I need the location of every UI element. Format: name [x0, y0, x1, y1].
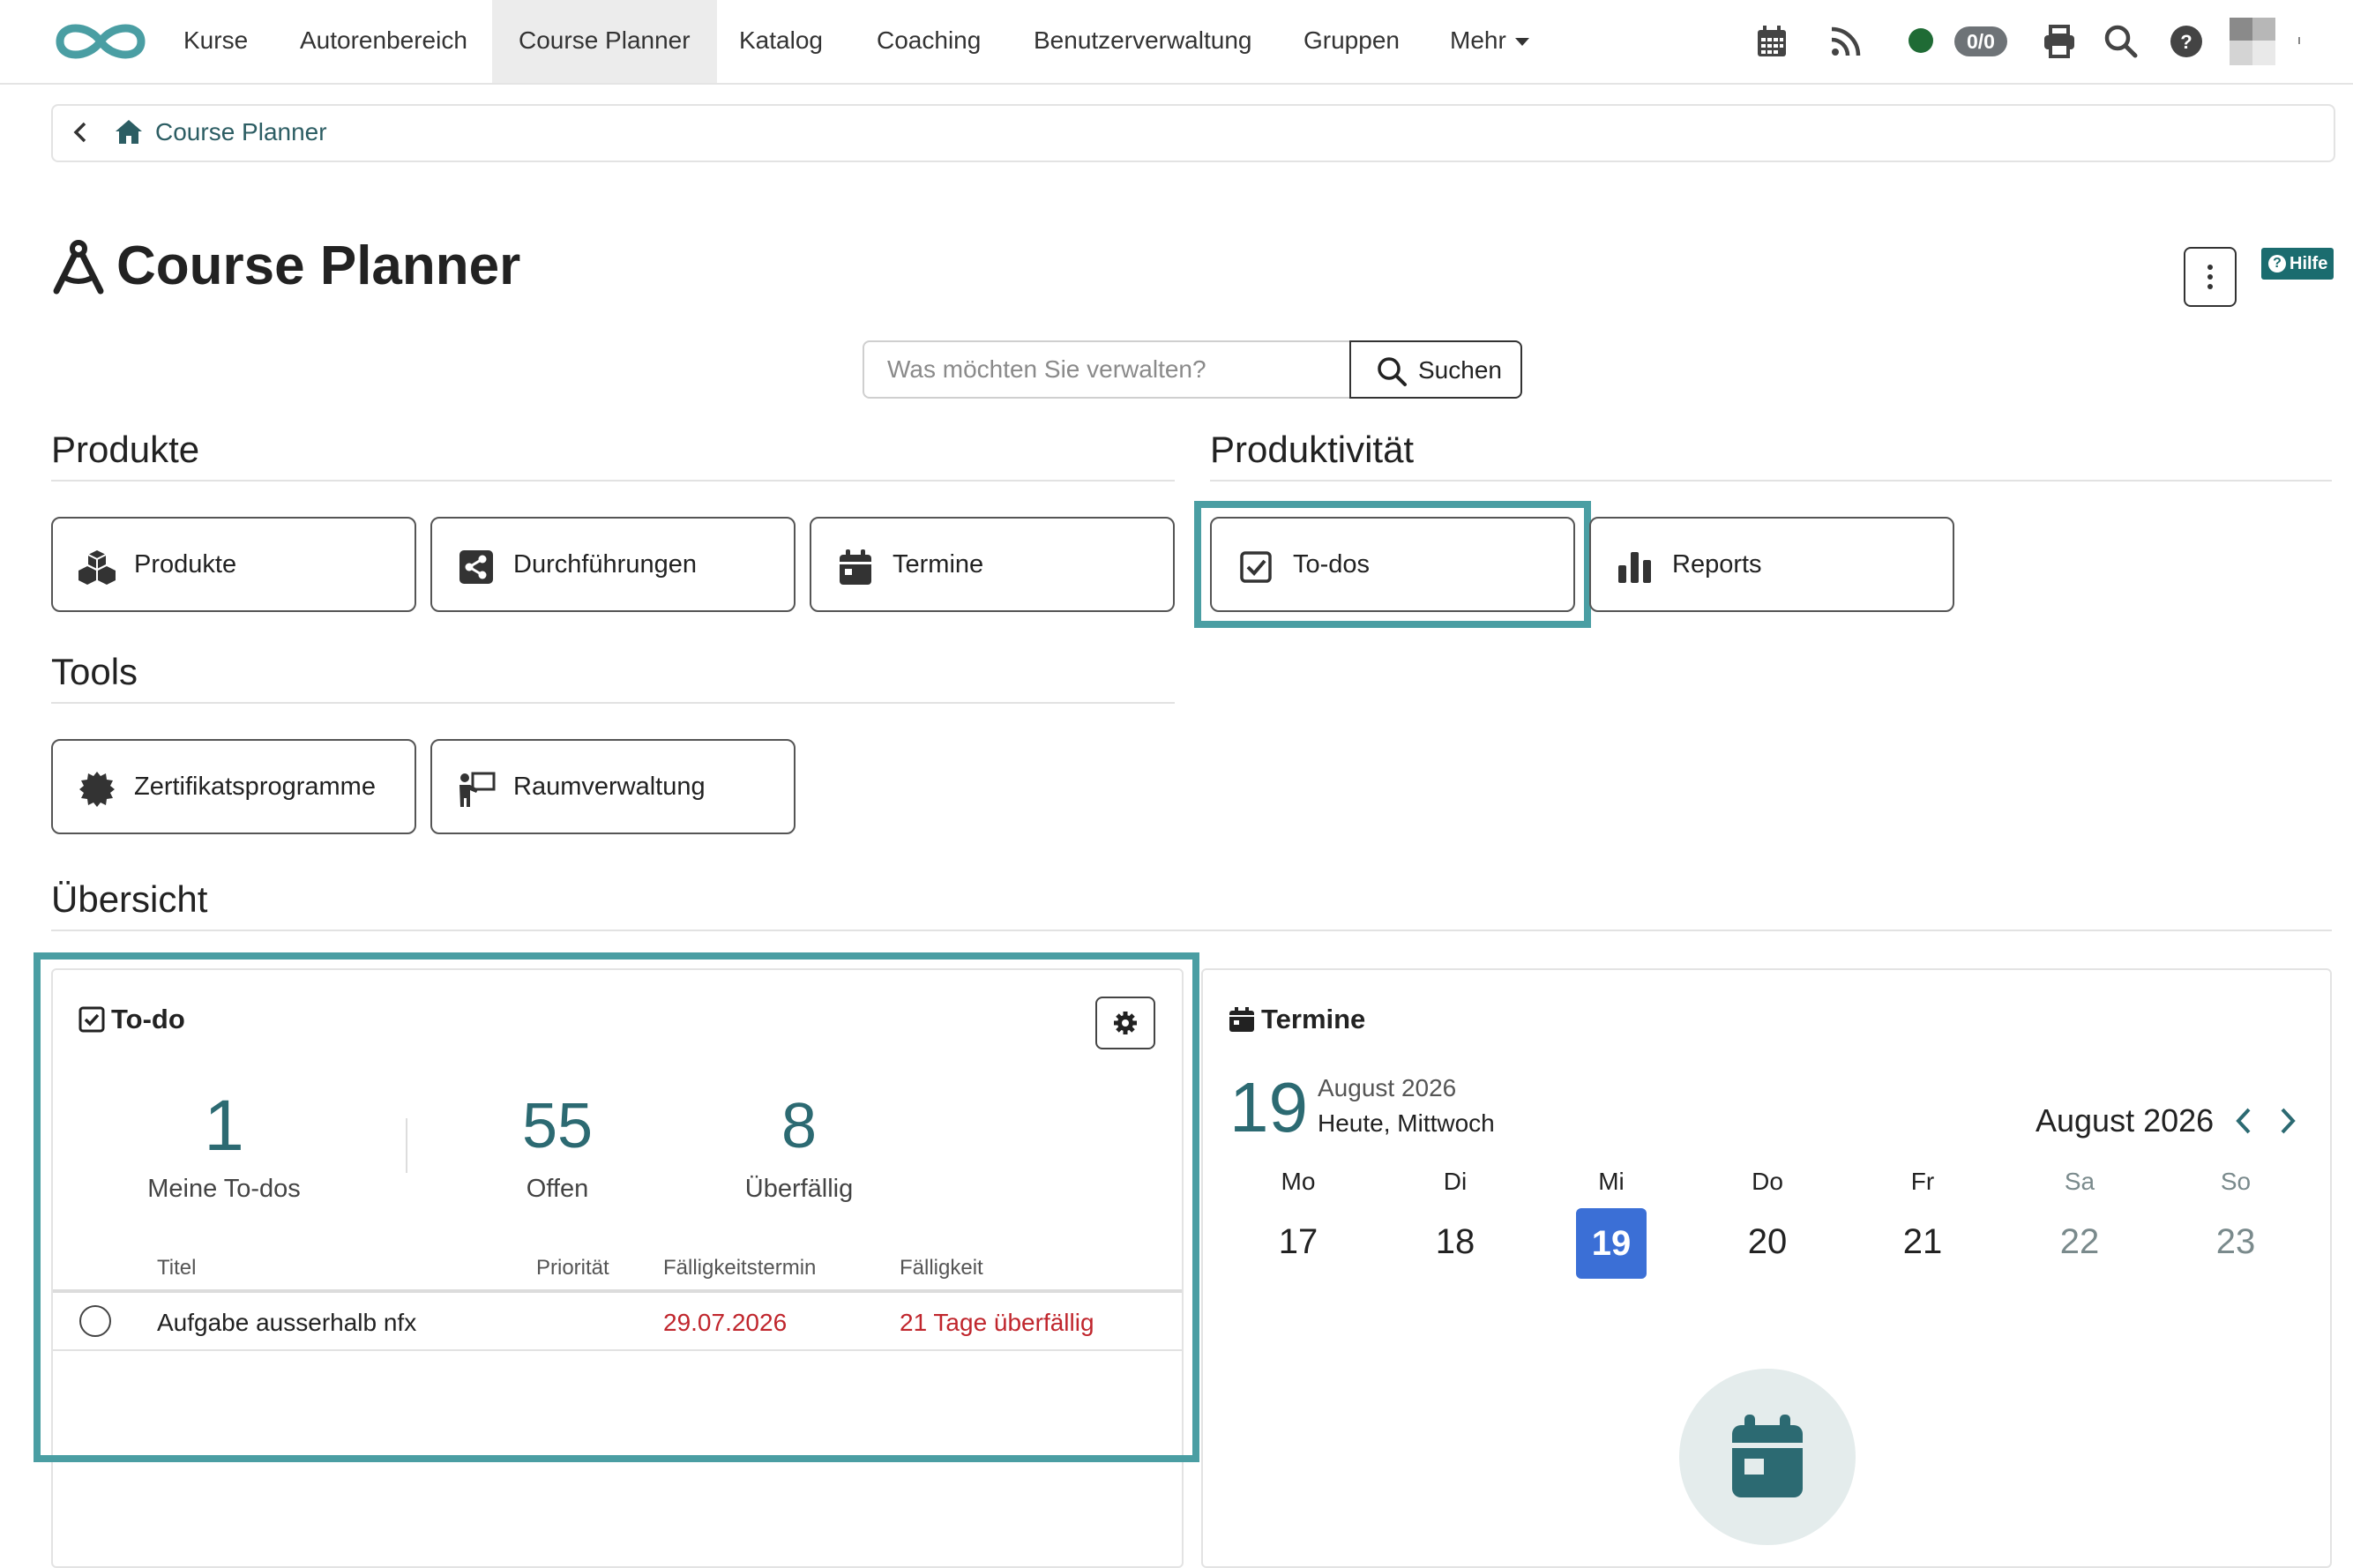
nav-benutzerverwaltung[interactable]: Benutzerverwaltung: [1007, 0, 1278, 83]
more-options-button[interactable]: [2184, 247, 2237, 307]
bar-chart-icon: [1618, 552, 1651, 583]
nav-mehr-label: Mehr: [1450, 26, 1506, 54]
weekday-mi: Mi: [1598, 1168, 1625, 1195]
presenter-icon: [459, 772, 496, 807]
back-icon[interactable]: [65, 116, 97, 148]
cubes-icon: [78, 550, 116, 585]
calendar-day-today[interactable]: 19: [1576, 1208, 1647, 1279]
calendar-icon: [1732, 1415, 1803, 1497]
tile-zertifikatsprogramme[interactable]: Zertifikatsprogramme: [51, 739, 416, 834]
question-icon: ?: [2268, 255, 2286, 273]
breadcrumb-current[interactable]: Course Planner: [155, 118, 327, 146]
empty-state-calendar: [1679, 1369, 1856, 1545]
avatar-dropdown-icon[interactable]: [2298, 37, 2305, 44]
divider: [51, 480, 1175, 482]
rss-icon[interactable]: [1827, 23, 1864, 60]
calendar-day[interactable]: 17: [1263, 1224, 1333, 1259]
tile-label: Reports: [1672, 550, 1762, 579]
chevron-left-icon[interactable]: [2230, 1104, 2258, 1138]
checkbox-icon: [1240, 551, 1272, 583]
weekday-so: So: [2220, 1168, 2252, 1195]
dot: [2207, 284, 2213, 289]
status-dot[interactable]: [1909, 28, 1933, 53]
calendar-day[interactable]: 20: [1732, 1224, 1803, 1259]
tile-label: To-dos: [1293, 550, 1371, 579]
section-title-produkte: Produkte: [51, 429, 200, 470]
tile-label: Produkte: [134, 550, 237, 579]
counter-badge[interactable]: 0/0: [1954, 26, 2007, 56]
termine-panel-title: Termine: [1261, 1004, 1366, 1034]
logo-icon[interactable]: [53, 19, 148, 63]
search-icon: [1378, 357, 1407, 386]
divider: [51, 702, 1175, 704]
tile-label: Raumverwaltung: [513, 773, 706, 801]
nav-coaching[interactable]: Coaching: [850, 0, 1007, 83]
tile-label: Durchführungen: [513, 550, 697, 579]
section-title-produktivitaet: Produktivität: [1210, 429, 1415, 470]
top-navigation: Kurse Autorenbereich Course Planner Kata…: [0, 0, 2353, 85]
tile-termine[interactable]: Termine: [810, 517, 1175, 612]
dot: [2207, 265, 2213, 270]
section-title-uebersicht: Übersicht: [51, 878, 208, 920]
home-icon[interactable]: [113, 116, 145, 148]
help-button[interactable]: ? Hilfe: [2261, 248, 2334, 280]
tile-label: Termine: [893, 550, 984, 579]
divider: [1210, 480, 2332, 482]
compass-icon: [53, 240, 104, 295]
nav-kurse[interactable]: Kurse: [157, 0, 274, 83]
calendar-day[interactable]: 21: [1887, 1224, 1958, 1259]
weekday-sa: Sa: [2064, 1168, 2095, 1195]
today-day-number: 19: [1229, 1068, 1308, 1146]
weekday-mo: Mo: [1281, 1168, 1316, 1195]
nav-mehr[interactable]: Mehr: [1423, 0, 1556, 83]
calendar-icon[interactable]: [1753, 23, 1790, 60]
avatar-lower: [2230, 41, 2275, 65]
calendar-icon: [1229, 1007, 1254, 1032]
tile-produkte[interactable]: Produkte: [51, 517, 416, 612]
breadcrumb: Course Planner: [51, 104, 2335, 162]
calendar-month-label: August 2026: [2036, 1102, 2215, 1139]
print-icon[interactable]: [2041, 23, 2078, 60]
today-weekday: Heute, Mittwoch: [1318, 1109, 1495, 1137]
calendar-day[interactable]: 18: [1420, 1224, 1490, 1259]
tile-todos[interactable]: To-dos: [1210, 517, 1575, 612]
search-icon[interactable]: [2103, 23, 2140, 60]
nav-autorenbereich[interactable]: Autorenbereich: [273, 0, 494, 83]
search-button[interactable]: Suchen: [1349, 340, 1522, 399]
chevron-right-icon[interactable]: [2274, 1104, 2302, 1138]
highlight-frame-todo-panel: [34, 952, 1199, 1462]
share-icon: [459, 550, 493, 584]
weekday-fr: Fr: [1910, 1168, 1935, 1195]
dot: [2207, 274, 2213, 280]
page-title: Course Planner: [116, 235, 521, 296]
search-button-label: Suchen: [1418, 356, 1502, 384]
tile-label: Zertifikatsprogramme: [134, 773, 376, 801]
search-input[interactable]: [863, 340, 1349, 399]
calendar-day[interactable]: 22: [2044, 1224, 2115, 1259]
tile-reports[interactable]: Reports: [1589, 517, 1954, 612]
section-title-tools: Tools: [51, 651, 138, 692]
calendar-icon: [840, 549, 871, 585]
nav-katalog[interactable]: Katalog: [713, 0, 849, 83]
nav-course-planner[interactable]: Course Planner: [492, 0, 717, 83]
svg-text:?: ?: [2180, 31, 2192, 53]
caret-down-icon: [1514, 38, 1529, 47]
weekday-di: Di: [1443, 1168, 1468, 1195]
help-icon[interactable]: ?: [2168, 23, 2205, 60]
nav-gruppen[interactable]: Gruppen: [1277, 0, 1426, 83]
certificate-icon: [79, 772, 115, 807]
tile-raumverwaltung[interactable]: Raumverwaltung: [430, 739, 796, 834]
tile-durchfuehrungen[interactable]: Durchführungen: [430, 517, 796, 612]
help-label: Hilfe: [2290, 254, 2328, 273]
calendar-day[interactable]: 23: [2200, 1224, 2271, 1259]
today-month: August 2026: [1318, 1074, 1457, 1101]
weekday-do: Do: [1752, 1168, 1783, 1195]
divider: [51, 930, 2332, 931]
